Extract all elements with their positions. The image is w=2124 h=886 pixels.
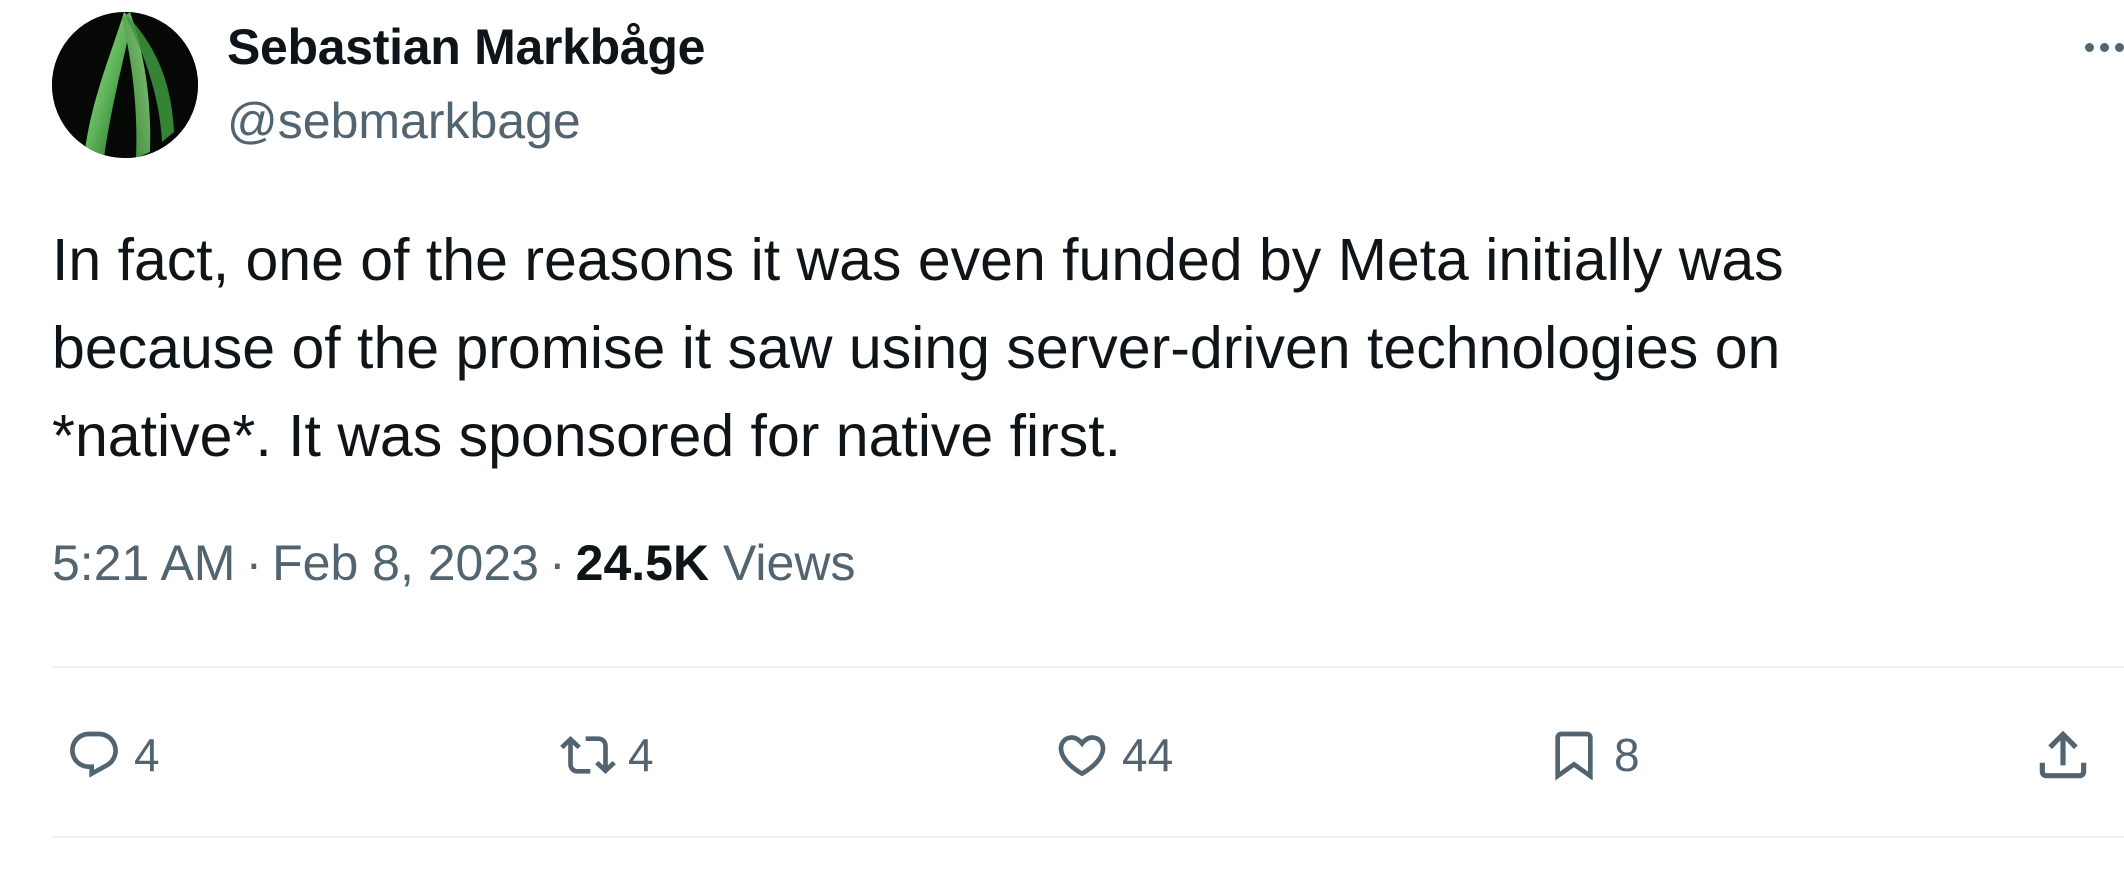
- views-label[interactable]: Views: [723, 535, 855, 591]
- meta-separator: ·: [548, 535, 566, 591]
- reply-button[interactable]: 4: [66, 710, 160, 800]
- tweet-date[interactable]: Feb 8, 2023: [272, 535, 539, 591]
- bookmark-icon: [1555, 731, 1593, 781]
- action-bar: 4 4 44 8: [52, 710, 2124, 800]
- avatar[interactable]: [52, 12, 198, 158]
- more-dot-icon: [2085, 42, 2094, 52]
- retweet-icon: [560, 736, 616, 774]
- heart-icon: [1058, 735, 1106, 777]
- leaf-avatar-icon: [52, 12, 198, 158]
- bookmark-button[interactable]: 8: [1546, 710, 1640, 800]
- like-button[interactable]: 44: [1054, 710, 1173, 800]
- author-handle[interactable]: @sebmarkbage: [227, 92, 581, 150]
- more-dot-icon: [2115, 42, 2124, 52]
- share-icon: [2039, 730, 2087, 779]
- like-count: 44: [1122, 729, 1174, 781]
- tweet-text-line: because of the promise it saw using serv…: [52, 315, 1781, 381]
- author-display-name[interactable]: Sebastian Markbåge: [227, 18, 705, 76]
- tweet-text-line: *native*. It was sponsored for native fi…: [52, 403, 1122, 469]
- tweet-text: In fact, one of the reasons it was even …: [52, 216, 2042, 480]
- retweet-count: 4: [628, 729, 654, 781]
- meta-separator: ·: [245, 535, 263, 591]
- more-options-button[interactable]: [2064, 30, 2124, 64]
- reply-icon: [70, 731, 118, 778]
- views-count[interactable]: 24.5K: [576, 535, 709, 591]
- share-button[interactable]: [2032, 710, 2094, 800]
- tweet-card: Sebastian Markbåge @sebmarkbage In fact,…: [52, 0, 2124, 886]
- divider: [52, 836, 2124, 838]
- tweet-text-line: In fact, one of the reasons it was even …: [52, 227, 1784, 293]
- more-dot-icon: [2100, 42, 2109, 52]
- tweet-meta: 5:21 AM · Feb 8, 2023 · 24.5K Views: [52, 534, 855, 592]
- reply-count: 4: [134, 729, 160, 781]
- retweet-button[interactable]: 4: [560, 710, 654, 800]
- tweet-time[interactable]: 5:21 AM: [52, 535, 235, 591]
- divider: [52, 666, 2124, 668]
- bookmark-count: 8: [1614, 729, 1640, 781]
